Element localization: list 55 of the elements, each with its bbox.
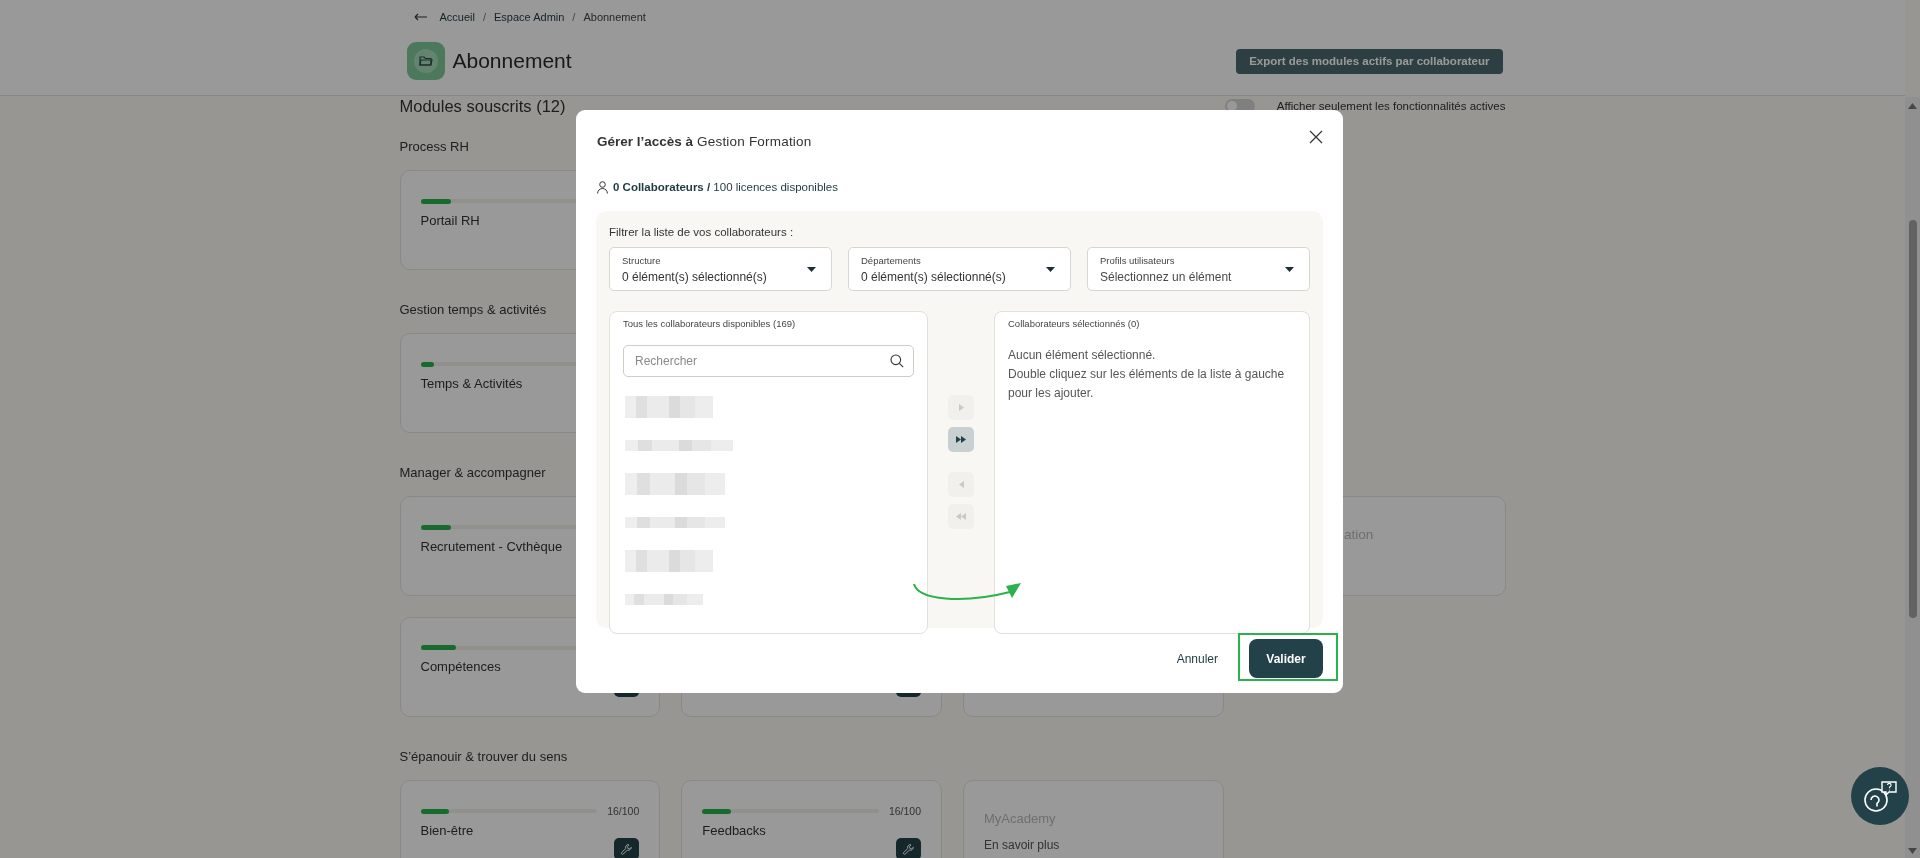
confirm-button[interactable]: Valider <box>1249 639 1323 678</box>
transfer-button[interactable] <box>948 427 974 452</box>
scrollbar[interactable] <box>1905 97 1920 858</box>
module-title: Portail RH <box>420 213 480 228</box>
module-title: Bien-être <box>420 823 474 838</box>
caret-icon <box>807 266 816 272</box>
breadcrumb-current: Abonnement <box>583 11 646 23</box>
caret-icon <box>1046 266 1055 272</box>
filter-dropdown[interactable]: Structure 0 élément(s) sélectionné(s) <box>609 247 832 291</box>
license-count: 16/100 <box>888 805 921 817</box>
scroll-down-arrow-icon[interactable] <box>1908 848 1917 854</box>
section-title: Gestion temps & activités <box>399 302 547 318</box>
toggle-label: Afficher seulement les fonctionnalités actives <box>1276 100 1506 112</box>
breadcrumb-separator: / <box>572 11 576 23</box>
triangle-icon <box>958 404 964 411</box>
empty-message: Aucun élément sélectionné. <box>1008 347 1157 364</box>
app-logo-icon <box>406 42 445 80</box>
cancel-button[interactable]: Annuler <box>1176 651 1218 666</box>
filter-dropdown[interactable]: Profils utilisateurs Sélectionnez un élément <box>1087 247 1310 291</box>
filter-dropdown[interactable]: Départements 0 élément(s) sélectionné(s) <box>848 247 1071 291</box>
wrench-button[interactable] <box>614 838 640 858</box>
breadcrumb-link[interactable]: Accueil <box>439 11 475 23</box>
page-title: Abonnement <box>452 49 572 73</box>
filter-label: Filtrer la liste de vos collaborateurs : <box>609 225 795 240</box>
search-icon[interactable] <box>890 354 904 368</box>
caret-icon <box>1285 266 1294 272</box>
section-title: S’épanouir & trouver du sens <box>399 749 568 765</box>
triangle-icon <box>958 481 964 488</box>
empty-message: Double cliquez sur les éléments de la liste à gauche pour les ajouter. <box>1008 366 1286 402</box>
list-title: Collaborateurs sélectionnés (0) <box>1008 318 1141 330</box>
license-summary: 0 Collaborateurs / 100 licences disponibles <box>613 181 838 193</box>
module-title: Recrutement - Cvthèque <box>420 539 563 554</box>
module-title: Feedbacks <box>702 823 766 838</box>
help-button[interactable] <box>1851 767 1909 825</box>
scroll-up-arrow-icon[interactable] <box>1908 103 1917 109</box>
modules-heading: Modules souscrits (12) <box>399 96 566 116</box>
person-icon <box>597 180 608 194</box>
section-title: Manager & accompagner <box>399 465 546 481</box>
list-title: Tous les collaborateurs disponibles (169) <box>623 318 797 330</box>
double-triangle-icon <box>956 513 966 520</box>
breadcrumb-link[interactable]: Espace Admin <box>494 11 565 23</box>
dialog-title: Gérer l’accès à Gestion Formation <box>597 133 812 149</box>
wrench-icon <box>902 842 915 856</box>
double-triangle-icon <box>956 436 966 443</box>
wrench-button[interactable] <box>896 838 921 858</box>
export-button[interactable]: Export des modules actifs par collaborateur <box>1236 48 1503 74</box>
back-arrow-icon[interactable] <box>413 13 428 21</box>
close-icon[interactable] <box>1309 130 1323 144</box>
section-title: Process RH <box>399 139 469 155</box>
search-field[interactable]: Rechercher <box>623 345 914 377</box>
module-title: Temps & Activités <box>420 376 523 391</box>
breadcrumb-separator: / <box>482 11 487 23</box>
license-count: 16/100 <box>607 805 640 817</box>
wrench-icon <box>620 842 634 856</box>
module-title: Compétences <box>420 659 501 675</box>
